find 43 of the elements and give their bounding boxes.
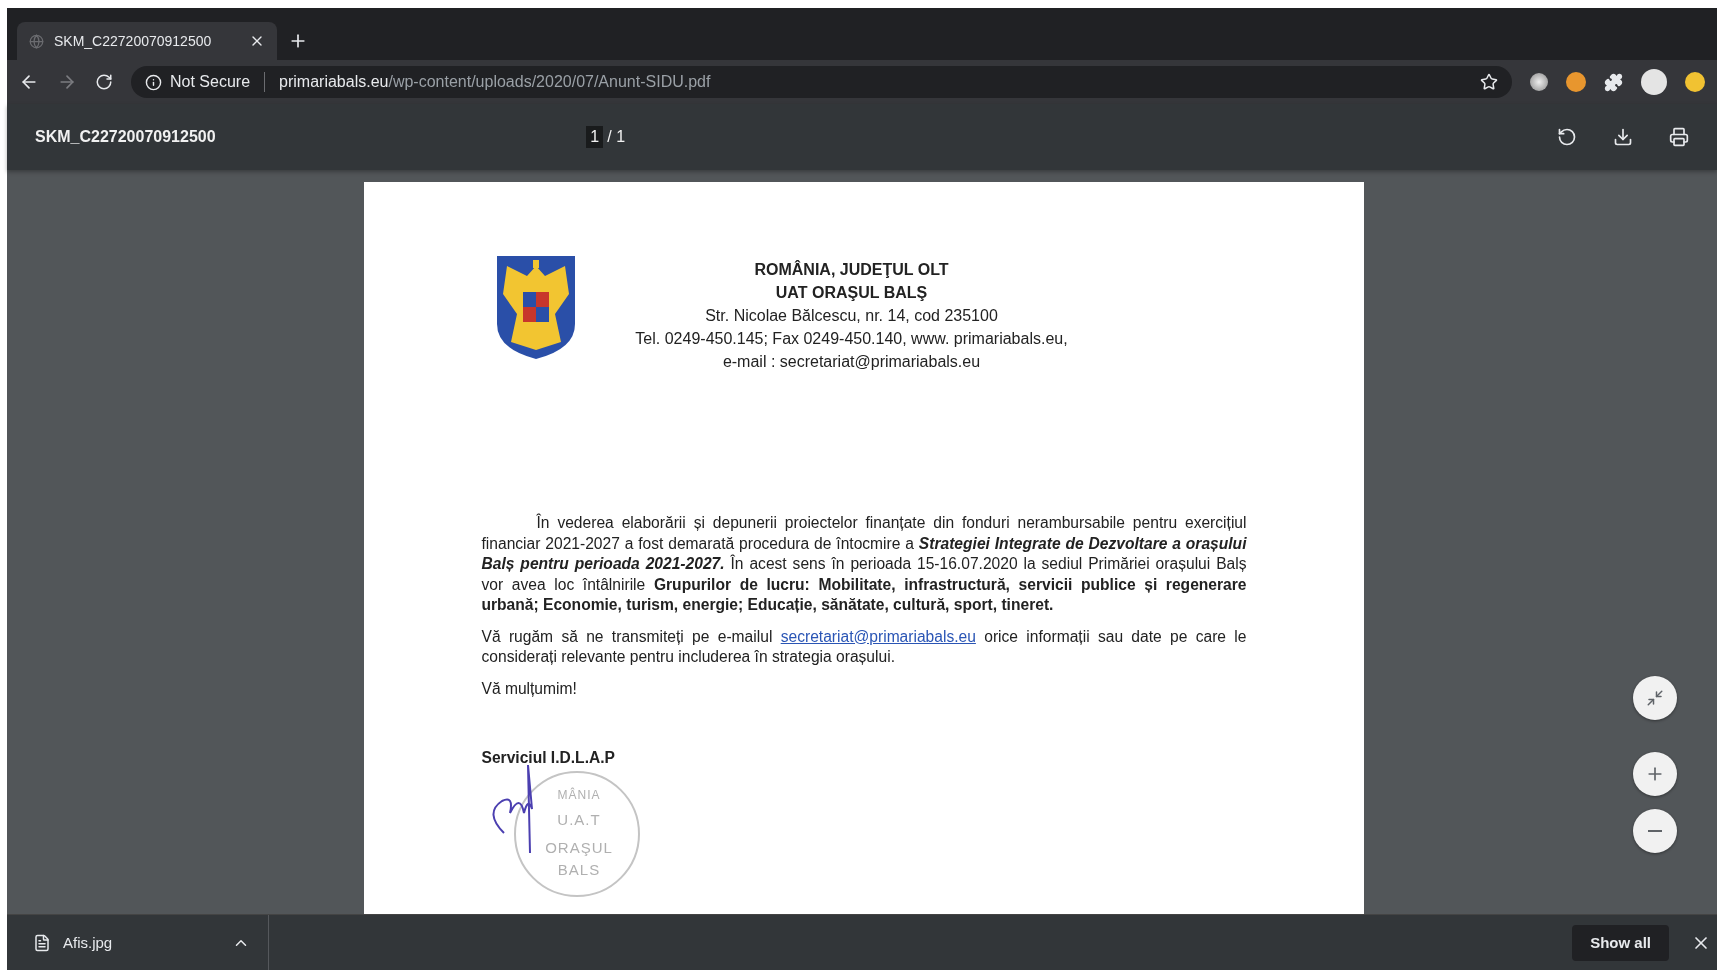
globe-icon [29,33,44,49]
security-label[interactable]: Not Secure [170,73,251,91]
stamp-text: U.A.T [556,811,601,828]
paragraph: Vă rugăm să ne transmiteți pe e-mailul secretariat@primariabals.eu orice informații sau date pe care le considerați relevante pentru includerea în strategia orașului. [481,626,1247,667]
address-bar[interactable]: Not Secure primariabals.eu/wp-content/uploads/2020/07/Anunt-SIDU.pdf [131,66,1512,98]
url-text: primariabals.eu/wp-content/uploads/2020/07/Anunt-SIDU.pdf [279,73,712,91]
stamp-text: MÂNIA [557,788,600,802]
paragraph: Vă mulțumim! [481,678,578,699]
fit-page-button[interactable] [1633,676,1677,720]
page-number-field[interactable]: 1 [586,126,604,148]
show-all-button[interactable]: Show all [1572,924,1669,961]
signature-title: Serviciul I.D.L.A.P [481,749,616,767]
tab-title: SKM_C22720070912500 [54,33,213,49]
zoom-out-button[interactable] [1633,809,1677,853]
download-item[interactable]: Afis.jpg [7,915,269,970]
email-link[interactable]: secretariat@primariabals.eu [780,627,976,645]
download-icon[interactable] [1613,127,1633,147]
print-icon[interactable] [1669,127,1689,147]
page-count: / 1 [607,128,626,146]
letterhead-line: Str. Nicolae Bălcescu, nr. 14, cod 235100 [705,306,998,326]
zoom-in-button[interactable] [1633,752,1677,796]
extension-icon[interactable] [1685,72,1705,92]
file-name: Afis.jpg [63,934,114,951]
info-icon[interactable] [145,73,162,91]
letterhead-line: Tel. 0249-450.145; Fax 0249-450.140, www. primariabals.eu, [635,329,1068,349]
extension-icon[interactable] [1530,73,1548,91]
profile-avatar[interactable] [1641,69,1667,95]
file-icon [33,933,51,952]
puzzle-icon[interactable] [1604,72,1623,92]
stamp-text: BALS [557,861,600,878]
shrink-icon [1646,689,1664,707]
star-icon[interactable] [1480,73,1498,91]
reload-icon[interactable] [95,73,113,91]
paragraph: În vederea elaborării și depunerii proiectelor finanțate din fonduri nerambursabile pentru exercițiul financiar 2021-2027 a fost demarată procedura de întocmire a Strategiei Integrate de Dezvoltare a orașului Balș pentru perioada 2021-2027. În acest sens în perioada 15-16.07.2020 la sediul Primăriei orașului Balș vor avea loc întâlnirile Grupurilor de lucru: Mobilitate, infrastructură, servicii publice și regenerare urbană; Economie, turism, energie; Educație, sănătate, cultură, sport, tineret. [481,513,1247,615]
rotate-icon[interactable] [1557,127,1577,147]
letterhead-line: ROMÂNIA, JUDEŢUL OLT [754,259,949,280]
document-title: SKM_C22720070912500 [35,128,217,146]
stamp-text: ORAŞUL [544,839,613,856]
letterhead-line: e-mail : secretariat@primariabals.eu [722,352,981,372]
minus-icon [1648,830,1662,832]
letterhead-line: UAT ORAŞUL BALŞ [775,283,928,303]
extension-icon[interactable] [1566,72,1586,92]
browser-tab[interactable]: SKM_C22720070912500 [17,22,277,60]
